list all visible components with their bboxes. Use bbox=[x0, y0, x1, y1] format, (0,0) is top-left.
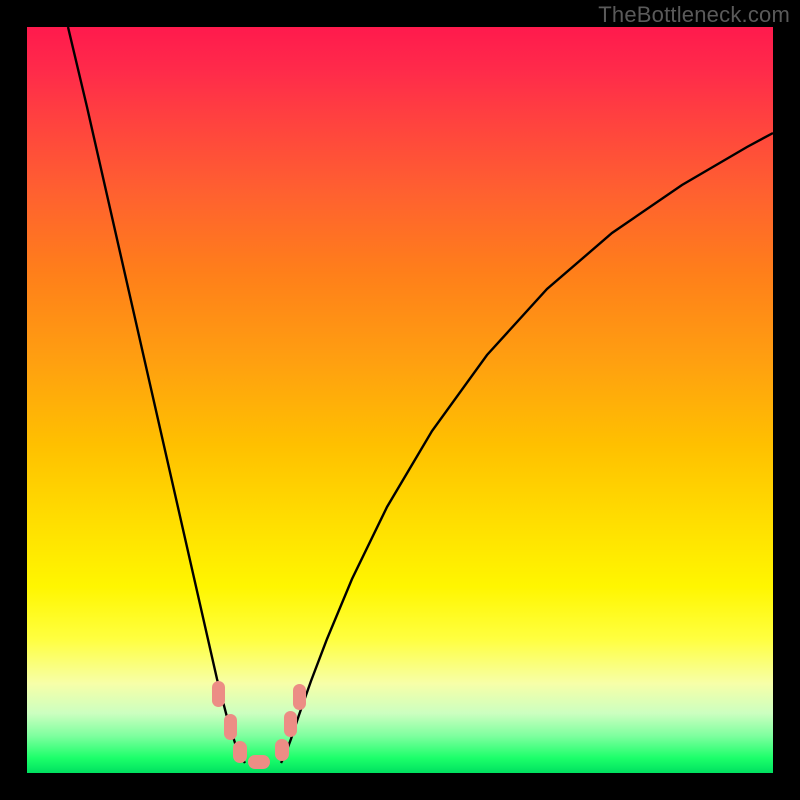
curve-marker bbox=[248, 755, 270, 769]
plot-area bbox=[27, 27, 773, 773]
curve-marker bbox=[275, 739, 289, 761]
curve-marker bbox=[293, 684, 306, 710]
curve-marker bbox=[212, 681, 225, 707]
watermark-label: TheBottleneck.com bbox=[598, 2, 790, 28]
bottleneck-curve bbox=[27, 27, 773, 773]
curve-right-branch bbox=[281, 133, 773, 763]
curve-marker bbox=[224, 714, 237, 740]
curve-marker bbox=[233, 741, 247, 763]
curve-left-branch bbox=[68, 27, 245, 763]
curve-marker bbox=[284, 711, 297, 737]
